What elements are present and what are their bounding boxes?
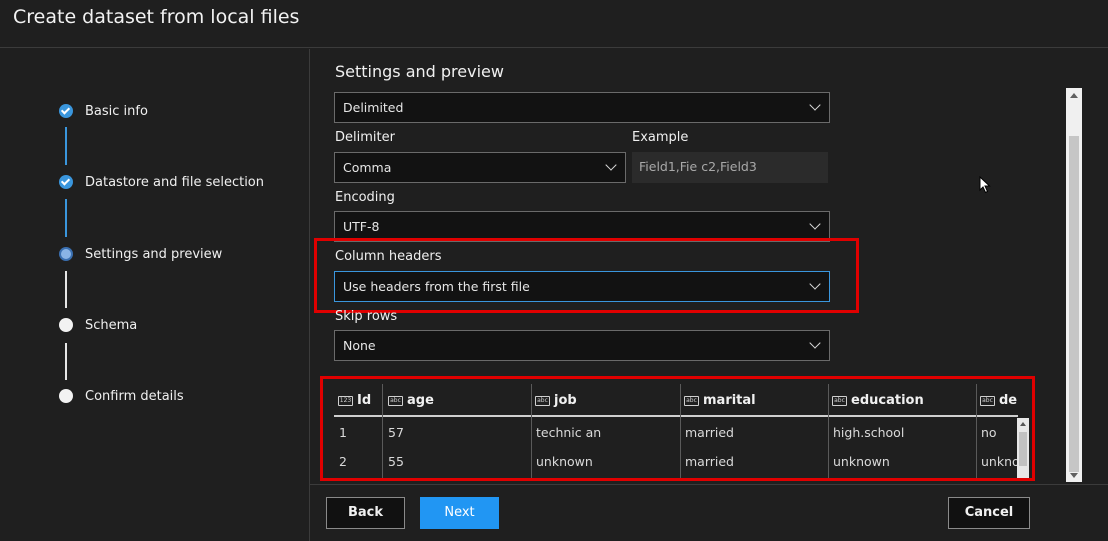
step-label: Datastore and file selection	[85, 175, 265, 190]
scrollbar-thumb[interactable]	[1069, 136, 1079, 472]
mouse-pointer-icon	[979, 176, 991, 194]
scroll-up-icon[interactable]	[1070, 93, 1078, 98]
chevron-down-icon	[605, 159, 617, 171]
empty-circle-icon	[59, 318, 73, 332]
step-label: Basic info	[85, 104, 148, 119]
chevron-down-icon	[809, 99, 821, 111]
step-connector	[65, 271, 67, 308]
panel-scrollbar[interactable]	[1066, 88, 1082, 482]
example-label: Example	[632, 130, 689, 145]
example-field: Field1,Fie c2,Field3	[632, 152, 828, 183]
encoding-value: UTF-8	[343, 219, 380, 234]
file-format-dropdown[interactable]: Delimited	[334, 92, 830, 123]
active-step-icon	[59, 247, 73, 261]
step-label: Settings and preview	[85, 247, 223, 262]
dialog-title: Create dataset from local files	[13, 6, 300, 28]
empty-circle-icon	[59, 389, 73, 403]
encoding-label: Encoding	[335, 190, 395, 205]
check-circle-icon	[59, 175, 73, 189]
step-connector	[65, 199, 67, 237]
delimiter-dropdown[interactable]: Comma	[334, 152, 626, 183]
dialog-title-bar: Create dataset from local files	[0, 0, 1108, 48]
footer-divider	[310, 484, 1108, 485]
example-value: Field1,Fie c2,Field3	[639, 159, 757, 174]
next-button[interactable]: Next	[420, 497, 499, 529]
step-label: Confirm details	[85, 389, 184, 404]
skip-rows-value: None	[343, 338, 376, 353]
cancel-button[interactable]: Cancel	[948, 497, 1030, 529]
highlight-preview-table	[320, 376, 1035, 481]
back-button[interactable]: Back	[326, 497, 405, 529]
highlight-column-headers	[314, 238, 859, 313]
chevron-down-icon	[809, 337, 821, 349]
panel-divider	[309, 49, 310, 541]
delimiter-label: Delimiter	[335, 130, 395, 145]
step-label: Schema	[85, 318, 138, 333]
wizard-steps	[0, 49, 309, 541]
scroll-down-icon[interactable]	[1070, 473, 1078, 478]
section-title: Settings and preview	[335, 62, 504, 81]
step-connector	[65, 127, 67, 165]
skip-rows-label: Skip rows	[335, 309, 398, 324]
chevron-down-icon	[809, 218, 821, 230]
delimiter-value: Comma	[343, 160, 392, 175]
step-connector	[65, 343, 67, 380]
check-circle-icon	[59, 104, 73, 118]
file-format-value: Delimited	[343, 100, 404, 115]
skip-rows-dropdown[interactable]: None	[334, 330, 830, 361]
